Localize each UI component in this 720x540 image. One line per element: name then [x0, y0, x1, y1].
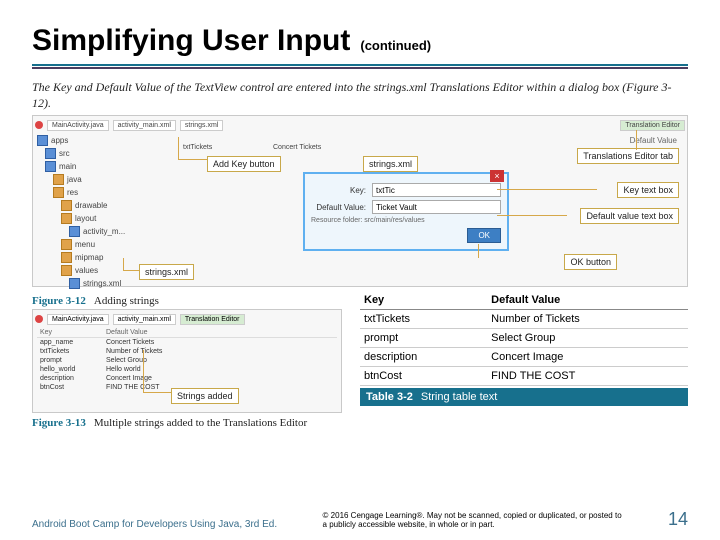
- title-rules: [32, 64, 688, 70]
- table-row: btnCostFIND THE COST: [360, 367, 688, 386]
- th-default: Default Value: [487, 291, 688, 310]
- callout-default-box: Default value text box: [580, 208, 679, 224]
- record-icon: [35, 315, 43, 323]
- folder-icon: [61, 252, 72, 263]
- footer-left: Android Boot Camp for Developers Using J…: [32, 519, 277, 530]
- default-value-input: [372, 200, 501, 214]
- tab: strings.xml: [180, 120, 223, 131]
- editor-tab: Translation Editor: [620, 120, 685, 131]
- intro-caption: The Key and Default Value of the TextVie…: [32, 80, 688, 111]
- th-key: Key: [360, 291, 487, 310]
- table-row: txtTicketsNumber of Tickets: [360, 310, 688, 329]
- grid-val: Concert Tickets: [273, 144, 321, 151]
- tab: MainActivity.java: [47, 120, 109, 131]
- copyright: © 2016 Cengage Learning®. May not be sca…: [323, 512, 623, 530]
- record-icon: [35, 121, 43, 129]
- connector: [636, 130, 637, 150]
- continued-label: (continued): [360, 38, 431, 53]
- figure-3-13-label: Figure 3-13Multiple strings added to the…: [32, 417, 342, 429]
- connector: [478, 244, 479, 258]
- ok-button: OK: [467, 228, 501, 243]
- lower-right: Key Default Value txtTicketsNumber of Ti…: [360, 291, 688, 431]
- callout-strings-xml-tree: strings.xml: [139, 264, 194, 280]
- connector: [497, 189, 597, 190]
- footer: Android Boot Camp for Developers Using J…: [32, 509, 688, 530]
- key-label: Key:: [311, 186, 366, 195]
- editor-tabs: MainActivity.java activity_main.xml stri…: [35, 118, 685, 132]
- connector: [497, 215, 567, 216]
- slide: Simplifying User Input (continued) The K…: [0, 0, 720, 540]
- folder-icon: [61, 200, 72, 211]
- callout-editor-tab: Translations Editor tab: [577, 148, 679, 164]
- tab: MainActivity.java: [47, 314, 109, 325]
- table-row: descriptionConcert Image: [360, 348, 688, 367]
- folder-icon: [45, 161, 56, 172]
- strings-grid: KeyDefault Value app_nameConcert Tickets…: [37, 328, 337, 392]
- grid-key: txtTickets: [183, 144, 212, 151]
- add-key-dialog: × Key: Default Value: Resource folder: s…: [303, 172, 509, 251]
- callout-strings-xml: strings.xml: [363, 156, 418, 172]
- string-table: Key Default Value txtTicketsNumber of Ti…: [360, 291, 688, 386]
- tab: Translation Editor: [180, 314, 245, 325]
- close-icon: ×: [490, 170, 504, 182]
- figure-3-12-label: Figure 3-12Adding strings: [32, 295, 342, 307]
- folder-icon: [53, 174, 64, 185]
- connector: [178, 159, 207, 160]
- connector: [123, 258, 124, 270]
- table-row: promptSelect Group: [360, 329, 688, 348]
- tab: activity_main.xml: [113, 314, 176, 325]
- default-value-label: Default Value:: [311, 203, 366, 212]
- page-number: 14: [668, 509, 688, 530]
- file-icon: [69, 226, 80, 237]
- connector: [143, 392, 171, 393]
- callout-strings-added: Strings added: [171, 388, 239, 404]
- callout-add-key: Add Key button: [207, 156, 281, 172]
- page-title: Simplifying User Input: [32, 24, 350, 58]
- connector: [123, 270, 139, 271]
- dialog-hint: Resource folder: src/main/res/values: [311, 217, 501, 224]
- connector: [143, 350, 144, 392]
- folder-icon: [45, 148, 56, 159]
- lower-left: Figure 3-12Adding strings MainActivity.j…: [32, 291, 342, 431]
- callout-ok: OK button: [564, 254, 617, 270]
- key-input: [372, 183, 501, 197]
- folder-icon: [61, 213, 72, 224]
- callout-key-box: Key text box: [617, 182, 679, 198]
- lower-row: Figure 3-12Adding strings MainActivity.j…: [32, 291, 688, 431]
- table-caption: Table 3-2String table text: [360, 388, 688, 406]
- folder-icon: [53, 187, 64, 198]
- file-icon: [69, 278, 80, 289]
- screenshot-secondary: MainActivity.java activity_main.xml Tran…: [32, 309, 342, 413]
- tab: activity_main.xml: [113, 120, 176, 131]
- screenshot-main: MainActivity.java activity_main.xml stri…: [32, 115, 688, 287]
- connector: [178, 137, 179, 159]
- folder-icon: [37, 135, 48, 146]
- title-row: Simplifying User Input (continued): [32, 24, 688, 58]
- folder-icon: [61, 239, 72, 250]
- folder-icon: [61, 265, 72, 276]
